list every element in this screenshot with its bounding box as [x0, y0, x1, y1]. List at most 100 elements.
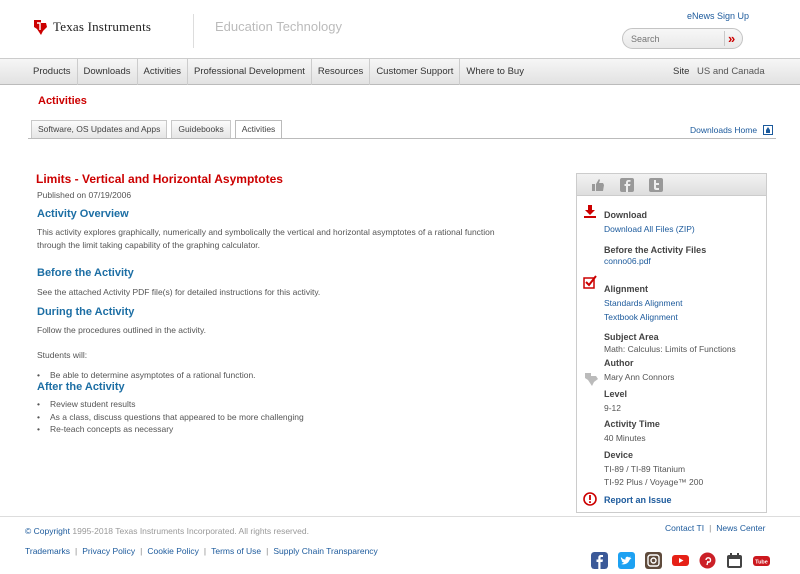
- downloads-home-link[interactable]: Downloads Home: [690, 125, 774, 135]
- students-will-label: Students will:: [37, 350, 88, 360]
- download-title: Download: [604, 210, 647, 220]
- site-header: Texas Instruments Education Technology e…: [0, 0, 800, 58]
- ti-state-logo-icon: [34, 20, 47, 35]
- textbook-alignment-link[interactable]: Textbook Alignment: [604, 312, 678, 322]
- footer-separator: |: [75, 546, 78, 556]
- site-selector[interactable]: US and Canada: [697, 59, 765, 85]
- footer-divider: [0, 516, 800, 517]
- alert-icon: [583, 492, 597, 506]
- activity-overview-text: This activity explores graphically, nume…: [37, 227, 495, 250]
- tab-activities[interactable]: Activities: [234, 120, 283, 139]
- footer-separator: |: [266, 546, 269, 556]
- list-item: Review student results: [37, 398, 304, 411]
- home-icon: [763, 125, 774, 135]
- search-go-button[interactable]: »: [728, 31, 735, 46]
- youtube-tube-icon[interactable]: Tube: [753, 552, 770, 569]
- terms-of-use-link[interactable]: Terms of Use: [211, 546, 261, 556]
- download-icon: [584, 205, 596, 218]
- ti-brand-name: Texas Instruments: [53, 19, 152, 34]
- nav-customer-support[interactable]: Customer Support: [370, 59, 461, 85]
- alignment-title: Alignment: [604, 284, 648, 294]
- enews-signup-link[interactable]: eNews Sign Up: [687, 11, 749, 21]
- activity-overview-heading: Activity Overview: [37, 208, 129, 220]
- facebook-icon[interactable]: [591, 552, 608, 569]
- ti-logo[interactable]: Texas Instruments: [32, 18, 151, 36]
- twitter-icon[interactable]: [649, 178, 663, 192]
- device-value: TI-89 / TI-89 Titanium: [604, 464, 686, 474]
- author-title: Author: [604, 358, 634, 368]
- activity-title: Limits - Vertical and Horizontal Asympto…: [36, 172, 283, 186]
- during-activity-heading: During the Activity: [37, 306, 135, 318]
- privacy-policy-link[interactable]: Privacy Policy: [82, 546, 135, 556]
- page-title: Activities: [38, 95, 87, 107]
- activity-sidebar: Download Download All Files (ZIP) Before…: [576, 173, 767, 513]
- report-issue-link[interactable]: Report an Issue: [604, 495, 672, 505]
- tabs-divider: [28, 138, 776, 139]
- social-links: Tube: [591, 552, 770, 569]
- nav-resources[interactable]: Resources: [312, 59, 371, 85]
- thumbs-up-icon[interactable]: [591, 178, 605, 192]
- footer-right-links: Contact TI | News Center: [665, 523, 765, 533]
- standards-alignment-link[interactable]: Standards Alignment: [604, 298, 682, 308]
- list-item: Be able to determine asymptotes of a rat…: [37, 369, 256, 382]
- nav-professional-development[interactable]: Professional Development: [188, 59, 312, 85]
- pinterest-icon[interactable]: [699, 552, 716, 569]
- nav-activities[interactable]: Activities: [138, 59, 188, 85]
- activity-time-title: Activity Time: [604, 419, 660, 429]
- nav-downloads[interactable]: Downloads: [78, 59, 138, 85]
- list-item: As a class, discuss questions that appea…: [37, 411, 304, 424]
- trademarks-link[interactable]: Trademarks: [25, 546, 70, 556]
- nav-products[interactable]: Products: [27, 59, 78, 85]
- tab-guidebooks[interactable]: Guidebooks: [171, 120, 231, 138]
- activity-time-value: 40 Minutes: [604, 433, 646, 443]
- twitter-icon[interactable]: [618, 552, 635, 569]
- copyright: © Copyright 1995-2018 Texas Instruments …: [25, 526, 309, 536]
- section-title[interactable]: Education Technology: [215, 19, 342, 34]
- nav-where-to-buy[interactable]: Where to Buy: [460, 59, 530, 85]
- site-label: Site: [673, 66, 690, 77]
- during-activity-text: Follow the procedures outlined in the ac…: [37, 325, 206, 335]
- cookie-policy-link[interactable]: Cookie Policy: [147, 546, 199, 556]
- students-list: Be able to determine asymptotes of a rat…: [37, 369, 256, 382]
- search-separator: [724, 31, 725, 46]
- copyright-text: 1995-2018 Texas Instruments Incorporated…: [72, 526, 309, 536]
- supply-chain-link[interactable]: Supply Chain Transparency: [273, 546, 377, 556]
- search-input[interactable]: [631, 33, 717, 45]
- main-nav: Products Downloads Activities Profession…: [0, 58, 800, 85]
- before-activity-heading: Before the Activity: [37, 267, 134, 279]
- author-value: Mary Ann Connors: [604, 372, 675, 382]
- instagram-icon[interactable]: [645, 552, 662, 569]
- footer-separator: |: [203, 546, 207, 556]
- after-activity-list: Review student results As a class, discu…: [37, 398, 304, 436]
- level-title: Level: [604, 389, 628, 399]
- checkbox-icon: [583, 275, 597, 289]
- search-box: »: [622, 28, 743, 49]
- list-item: Re-teach concepts as necessary: [37, 423, 304, 436]
- calendar-icon[interactable]: [726, 552, 743, 569]
- level-value: 9-12: [604, 403, 622, 413]
- copyright-link[interactable]: © Copyright: [25, 526, 70, 536]
- subject-area-value: Math: Calculus: Limits of Functions: [604, 344, 736, 354]
- published-date: Published on 07/19/2006: [37, 190, 132, 200]
- before-files-title: Before the Activity Files: [604, 245, 707, 255]
- footer-separator: |: [140, 546, 143, 556]
- device-title: Device: [604, 450, 634, 460]
- header-divider: [193, 14, 194, 48]
- news-center-link[interactable]: News Center: [716, 523, 765, 533]
- device-value: TI-92 Plus / Voyage™ 200: [604, 477, 704, 487]
- before-file-link[interactable]: conno06.pdf: [604, 256, 651, 266]
- tab-software-updates[interactable]: Software, OS Updates and Apps: [31, 120, 168, 138]
- tab-bar: Software, OS Updates and Apps Guidebooks…: [31, 120, 286, 139]
- facebook-icon[interactable]: [620, 178, 634, 192]
- downloads-home-label: Downloads Home: [690, 125, 758, 135]
- subject-area-title: Subject Area: [604, 332, 659, 342]
- share-bar: [577, 174, 766, 196]
- contact-ti-link[interactable]: Contact TI: [665, 523, 704, 533]
- after-activity-heading: After the Activity: [37, 381, 125, 393]
- download-all-link[interactable]: Download All Files (ZIP): [604, 224, 695, 234]
- texas-state-icon: [585, 373, 598, 386]
- footer-separator: |: [709, 523, 712, 533]
- before-activity-text: See the attached Activity PDF file(s) fo…: [37, 287, 321, 297]
- svg-text:Tube: Tube: [755, 560, 768, 566]
- youtube-icon[interactable]: [672, 552, 689, 569]
